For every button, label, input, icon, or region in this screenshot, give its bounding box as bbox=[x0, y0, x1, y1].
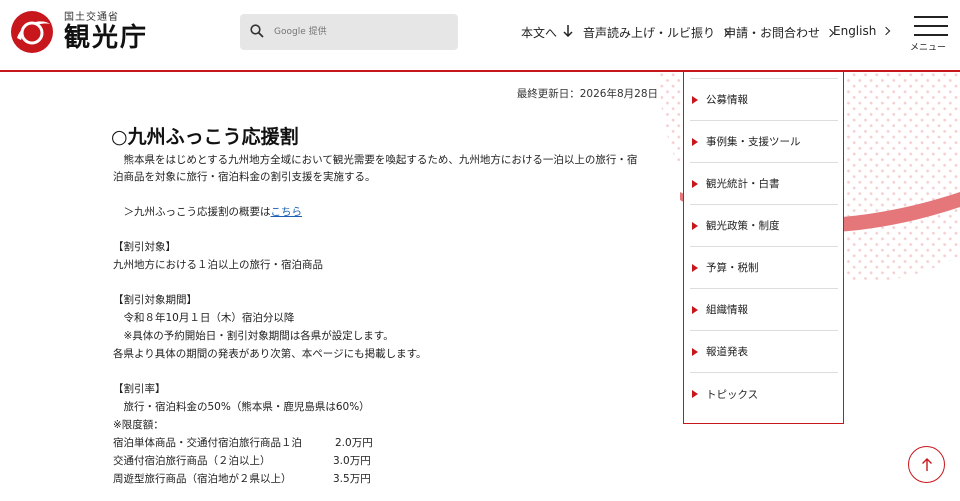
limit-row: 交通付宿泊旅行商品（２泊以上） bbox=[113, 452, 271, 470]
intro-line-1: 熊本県をはじめとする九州地方全域において観光需要を喚起するため、九州地方における… bbox=[113, 154, 638, 166]
triangle-right-icon bbox=[692, 347, 698, 356]
nav-label: 音声読み上げ・ルビ振り bbox=[583, 26, 716, 40]
period-note-2: 各県より具体の期間の発表があり次第、本ページにも掲載します。 bbox=[113, 348, 427, 360]
search-box[interactable] bbox=[240, 14, 458, 50]
limit-label: 宿泊単体商品・交通付宿泊旅行商品１泊 bbox=[113, 437, 302, 449]
menu-button[interactable]: メニュー bbox=[910, 12, 952, 54]
side-item-policy[interactable]: 観光政策・制度 bbox=[690, 205, 838, 247]
overview-link[interactable]: こちら bbox=[271, 206, 303, 218]
side-item-label: 観光統計・白書 bbox=[706, 178, 780, 190]
period-heading: 【割引対象期間】 bbox=[113, 294, 197, 306]
target-heading: 【割引対象】 bbox=[113, 241, 176, 253]
side-item-label: トピックス bbox=[706, 388, 759, 401]
triangle-right-icon bbox=[692, 263, 698, 272]
limit-row: 周遊型旅行商品（宿泊地が２県以上） bbox=[113, 470, 292, 488]
target-text: 九州地方における１泊以上の旅行・宿泊商品 bbox=[113, 259, 323, 271]
site-header: 国土交通省 観光庁 本文へ 音声読み上げ・ルビ振り 申請・お問合わせ Engli… bbox=[0, 0, 960, 72]
page-title: ○九州ふっこう応援割 bbox=[111, 126, 299, 148]
side-item-label: 観光政策・制度 bbox=[706, 220, 780, 232]
overview-text: ＞九州ふっこう応援割の概要は bbox=[113, 206, 271, 218]
rate-text: 旅行・宿泊料金の50%（熊本県・鹿児島県は60%） bbox=[113, 401, 370, 413]
chevron-right-icon bbox=[882, 26, 891, 36]
side-item-topics[interactable]: トピックス bbox=[690, 373, 838, 415]
nav-label: 申請・お問合わせ bbox=[724, 26, 821, 40]
arrow-up-icon bbox=[921, 457, 933, 476]
arrow-down-icon bbox=[563, 25, 573, 40]
triangle-right-icon bbox=[692, 390, 698, 398]
hamburger-icon bbox=[914, 16, 948, 18]
side-item-statistics[interactable]: 観光統計・白書 bbox=[690, 163, 838, 205]
side-menu: 公募情報 事例集・支援ツール 観光統計・白書 観光政策・制度 予算・税制 組織情… bbox=[683, 72, 844, 424]
nav-english[interactable]: English bbox=[833, 24, 891, 38]
limit-value: 3.5万円 bbox=[333, 473, 371, 485]
logo-mark-icon bbox=[8, 10, 56, 54]
triangle-right-icon bbox=[692, 137, 698, 146]
intro-line-2: 泊商品を対象に旅行・宿泊料金の割引支援を実施する。 bbox=[113, 171, 376, 183]
agency-logo[interactable]: 国土交通省 観光庁 bbox=[8, 10, 148, 54]
side-item-case-studies[interactable]: 事例集・支援ツール bbox=[690, 121, 838, 163]
side-item-label: 組織情報 bbox=[706, 304, 748, 316]
side-item-public-offering[interactable]: 公募情報 bbox=[690, 79, 838, 121]
hamburger-icon bbox=[914, 25, 948, 27]
hamburger-icon bbox=[914, 34, 948, 36]
page-top-button[interactable] bbox=[908, 446, 945, 483]
period-note: ※具体の予約開始日・割引対象期間は各県が設定します。 bbox=[113, 330, 394, 342]
nav-skip-to-content[interactable]: 本文へ bbox=[521, 24, 573, 41]
limit-row: 宿泊単体商品・交通付宿泊旅行商品１泊 bbox=[113, 434, 302, 452]
side-item-label: 事例集・支援ツール bbox=[706, 136, 801, 148]
triangle-right-icon bbox=[692, 305, 698, 314]
search-input[interactable] bbox=[274, 17, 444, 47]
side-item-organization[interactable]: 組織情報 bbox=[690, 289, 838, 331]
nav-application-contact[interactable]: 申請・お問合わせ bbox=[724, 24, 835, 41]
limit-heading: ※限度額： bbox=[113, 419, 164, 431]
limit-value: 2.0万円 bbox=[335, 437, 373, 449]
search-icon[interactable] bbox=[250, 23, 264, 42]
triangle-right-icon bbox=[692, 221, 698, 230]
limit-label: 周遊型旅行商品（宿泊地が２県以上） bbox=[113, 473, 292, 485]
side-item-label: 報道発表 bbox=[706, 346, 748, 358]
agency-name: 観光庁 bbox=[64, 23, 149, 53]
period-text: 令和８年10月１日（木）宿泊分以降 bbox=[113, 312, 295, 324]
triangle-right-icon bbox=[692, 95, 698, 104]
nav-voice-ruby[interactable]: 音声読み上げ・ルビ振り bbox=[583, 24, 730, 41]
triangle-right-icon bbox=[692, 179, 698, 188]
logo-text: 国土交通省 観光庁 bbox=[64, 12, 148, 52]
side-item-press[interactable]: 報道発表 bbox=[690, 331, 838, 373]
nav-label: 本文へ bbox=[521, 26, 558, 40]
rate-heading: 【割引率】 bbox=[113, 383, 166, 395]
limit-label: 交通付宿泊旅行商品（２泊以上） bbox=[113, 455, 271, 467]
side-item-label: 予算・税制 bbox=[706, 262, 759, 274]
nav-label: English bbox=[833, 24, 877, 38]
limit-value: 3.0万円 bbox=[333, 455, 371, 467]
menu-label: メニュー bbox=[910, 43, 947, 53]
overview-line: ＞九州ふっこう応援割の概要はこちら bbox=[113, 203, 302, 221]
side-item-budget[interactable]: 予算・税制 bbox=[690, 247, 838, 289]
last-updated: 最終更新日：2026年8月28日 bbox=[516, 88, 658, 100]
side-item-label: 公募情報 bbox=[706, 94, 748, 106]
